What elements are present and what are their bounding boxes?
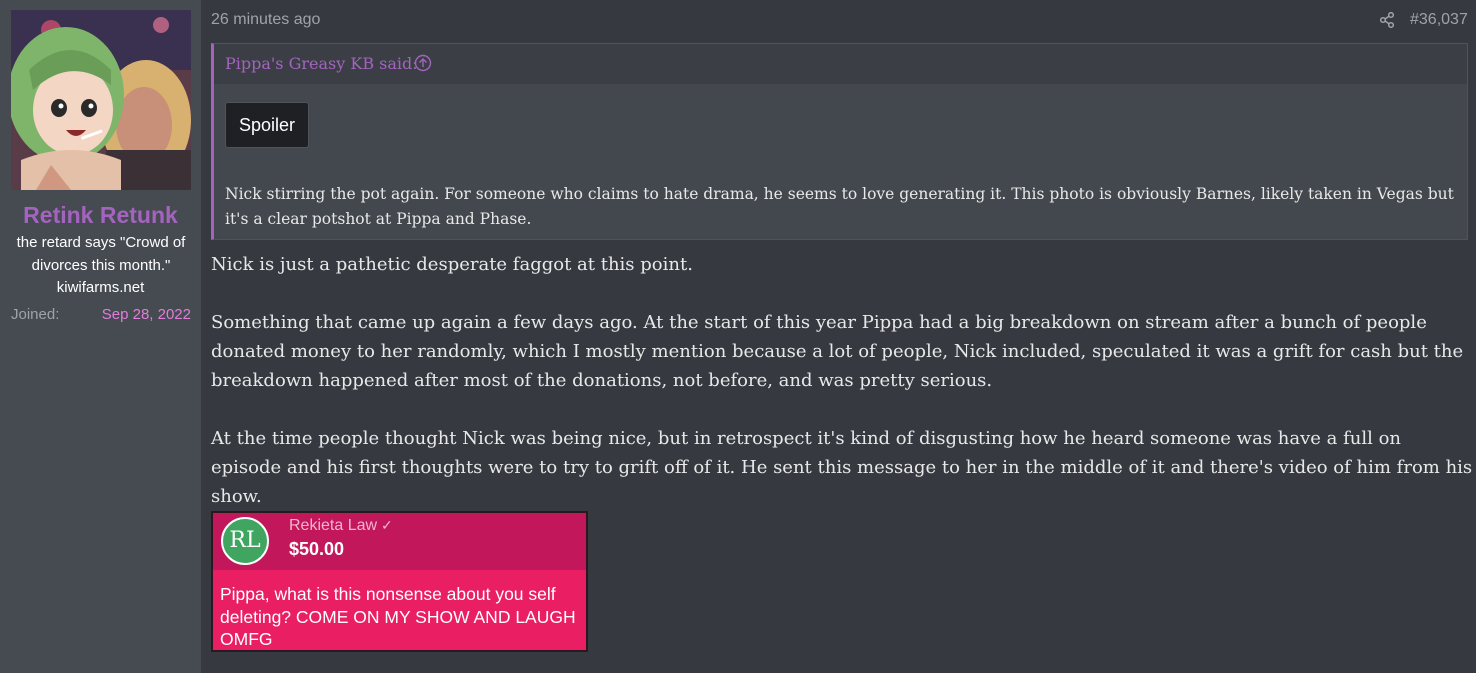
donor-name: Rekieta Law ✓ [289,517,393,535]
user-title: the retard says "Crowd of divorces this … [16,234,186,274]
quote-block: Pippa's Greasy KB said: Spoiler Nick sti… [211,43,1468,240]
post-paragraph: Something that came up again a few days … [211,312,1464,391]
post-paragraph: At the time people thought Nick was bein… [211,428,1473,507]
quote-up-arrow-icon[interactable] [414,54,432,72]
quote-header: Pippa's Greasy KB said: [214,44,1467,84]
post-main: 26 minutes ago #36,037 Pippa's Greasy KB… [201,0,1476,673]
channel-logo: RL [221,517,269,565]
quote-author-link[interactable]: Pippa's Greasy KB said: [225,54,418,73]
donation-screenshot[interactable]: RL Rekieta Law ✓ $50.00 Pippa, what is th… [211,511,588,652]
quote-text: Nick stirring the pot again. For someone… [225,185,1454,228]
user-sidebar: Retink Retunk the retard says "Crowd of … [0,0,201,673]
username[interactable]: Retink Retunk [0,202,201,229]
donation-header: RL Rekieta Law ✓ $50.00 [213,513,586,570]
donation-amount: $50.00 [289,539,345,559]
post-time[interactable]: 26 minutes ago [211,11,320,29]
post-paragraph: Nick is just a pathetic desperate faggot… [211,254,693,275]
joined-label: Joined: [11,306,60,323]
post-number[interactable]: #36,037 [1410,11,1468,29]
user-avatar[interactable] [11,10,191,190]
forum-post: Retink Retunk the retard says "Crowd of … [0,0,1476,673]
donation-body: Pippa, what is this nonsense about you s… [213,570,586,650]
user-site: kiwifarms.net [56,279,145,296]
spoiler-button[interactable]: Spoiler [225,102,309,148]
joined-date: Sep 28, 2022 [101,306,191,323]
donor-name-text: Rekieta Law [289,517,378,534]
donation-message: Pippa, what is this nonsense about you s… [220,584,576,649]
share-icon[interactable] [1379,11,1395,29]
post-body: Nick is just a pathetic desperate faggot… [211,250,1473,511]
verified-check-icon: ✓ [381,517,393,533]
